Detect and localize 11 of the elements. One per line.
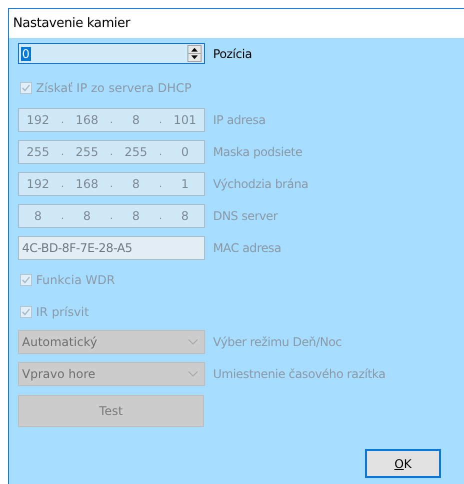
field-label: Maska podsiete <box>213 145 302 159</box>
number-spinner[interactable]: 0 <box>18 43 205 64</box>
field-label: Umiestnenie časového razítka <box>213 367 386 381</box>
field-label: IP adresa <box>213 113 266 127</box>
field-label: DNS server <box>213 209 278 223</box>
field-label: MAC adresa <box>213 241 282 255</box>
field-label: Pozícia <box>213 46 252 60</box>
field-label: Výber režimu Deň/Noc <box>213 335 342 349</box>
field-label: Východzia brána <box>213 177 308 191</box>
spin-arrows-icon[interactable] <box>187 45 202 62</box>
ok-button[interactable]: OK <box>365 449 441 478</box>
